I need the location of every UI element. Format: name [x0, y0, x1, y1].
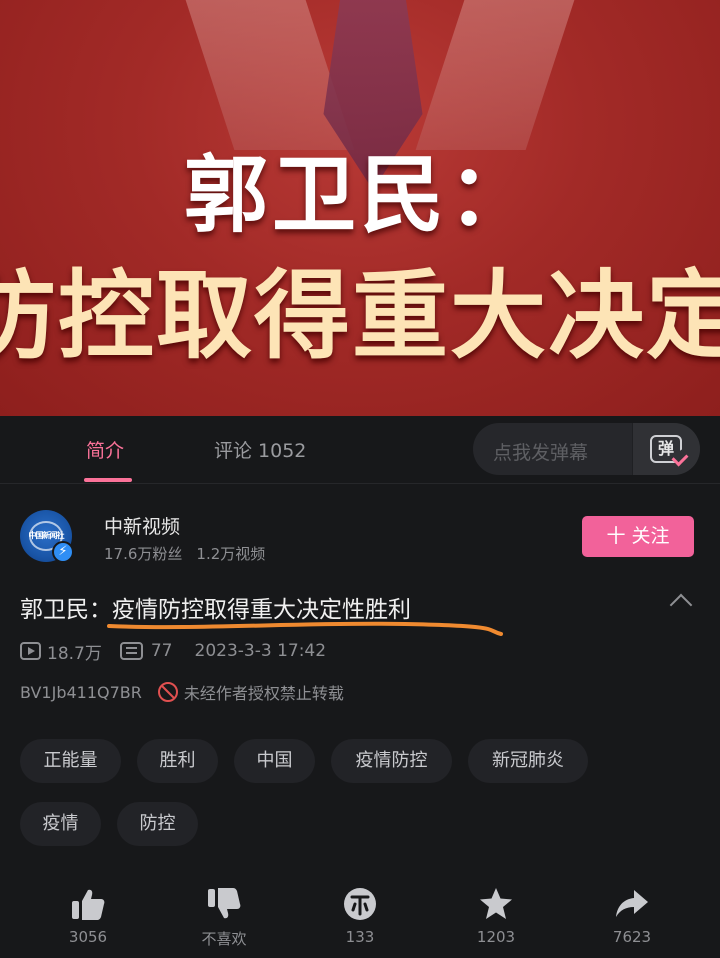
tag-item[interactable]: 正能量 — [20, 739, 121, 783]
copyright-notice: 未经作者授权禁止转载 — [183, 684, 344, 703]
danmaku-count-icon — [119, 642, 143, 660]
view-count: 18.7万 — [47, 643, 102, 664]
video-caption-line1: 郭卫民： — [183, 146, 536, 244]
tab-comments[interactable]: 评论 1052 — [214, 436, 306, 463]
tag-item[interactable]: 疫情 — [20, 802, 101, 846]
no-repost-icon — [157, 682, 178, 702]
danmaku-count: 77 — [150, 641, 173, 661]
handwritten-underline — [107, 621, 503, 636]
thumbs-down-icon — [208, 888, 241, 919]
coin-icon — [344, 888, 376, 920]
share-icon — [616, 890, 648, 917]
follow-button[interactable]: 十 关注 — [582, 516, 694, 557]
tag-item[interactable]: 防控 — [117, 802, 198, 846]
danmaku-toggle-button[interactable]: 弹 — [632, 423, 700, 475]
bvid-line: BV1Jb411Q7BR 未经作者授权禁止转载 — [20, 680, 344, 704]
coin-count: 133 — [345, 928, 375, 946]
video-caption-line2: 防控取得重大决定性 — [0, 260, 720, 372]
share-button[interactable]: 7623 — [587, 886, 677, 946]
danmaku-placeholder: 点我发弹幕 — [493, 442, 589, 464]
like-button[interactable]: 3056 — [43, 886, 133, 946]
tab-intro[interactable]: 简介 — [86, 436, 124, 463]
star-icon — [480, 888, 512, 919]
share-count: 7623 — [612, 928, 652, 946]
thumbs-up-icon — [72, 889, 105, 920]
coin-button[interactable]: 133 — [315, 886, 405, 946]
favorite-button[interactable]: 1203 — [451, 886, 541, 946]
tag-item[interactable]: 新冠肺炎 — [468, 739, 588, 783]
dislike-button[interactable]: 不喜欢 — [179, 886, 269, 949]
video-meta: 18.7万 77 2023-3-3 17:42 — [20, 640, 327, 664]
like-count: 3056 — [68, 928, 108, 946]
uploader-video-count: 1.2万视频 — [196, 545, 266, 563]
tag-item[interactable]: 胜利 — [137, 739, 218, 783]
uploader-stats: 17.6万粉丝 1.2万视频 — [104, 543, 265, 564]
tag-item[interactable]: 中国 — [234, 739, 315, 783]
dislike-label: 不喜欢 — [201, 930, 247, 948]
danmaku-input[interactable]: 点我发弹幕 弹 — [473, 423, 700, 475]
publish-date: 2023-3-3 17:42 — [194, 641, 327, 661]
favorite-count: 1203 — [476, 928, 516, 946]
play-count-icon — [20, 642, 41, 660]
bvid[interactable]: BV1Jb411Q7BR — [20, 683, 142, 702]
uploader-fans: 17.6万粉丝 — [104, 545, 183, 563]
avatar-logo-text: 中国新闻社 — [28, 531, 65, 540]
video-player[interactable]: 郭卫民： 防控取得重大决定性 — [0, 0, 720, 416]
tab-indicator — [84, 478, 132, 482]
uploader-name[interactable]: 中新视频 — [104, 512, 180, 539]
verified-badge-icon: ⚡ — [52, 541, 74, 563]
chevron-up-icon[interactable] — [669, 593, 693, 617]
tag-item[interactable]: 疫情防控 — [331, 739, 452, 783]
